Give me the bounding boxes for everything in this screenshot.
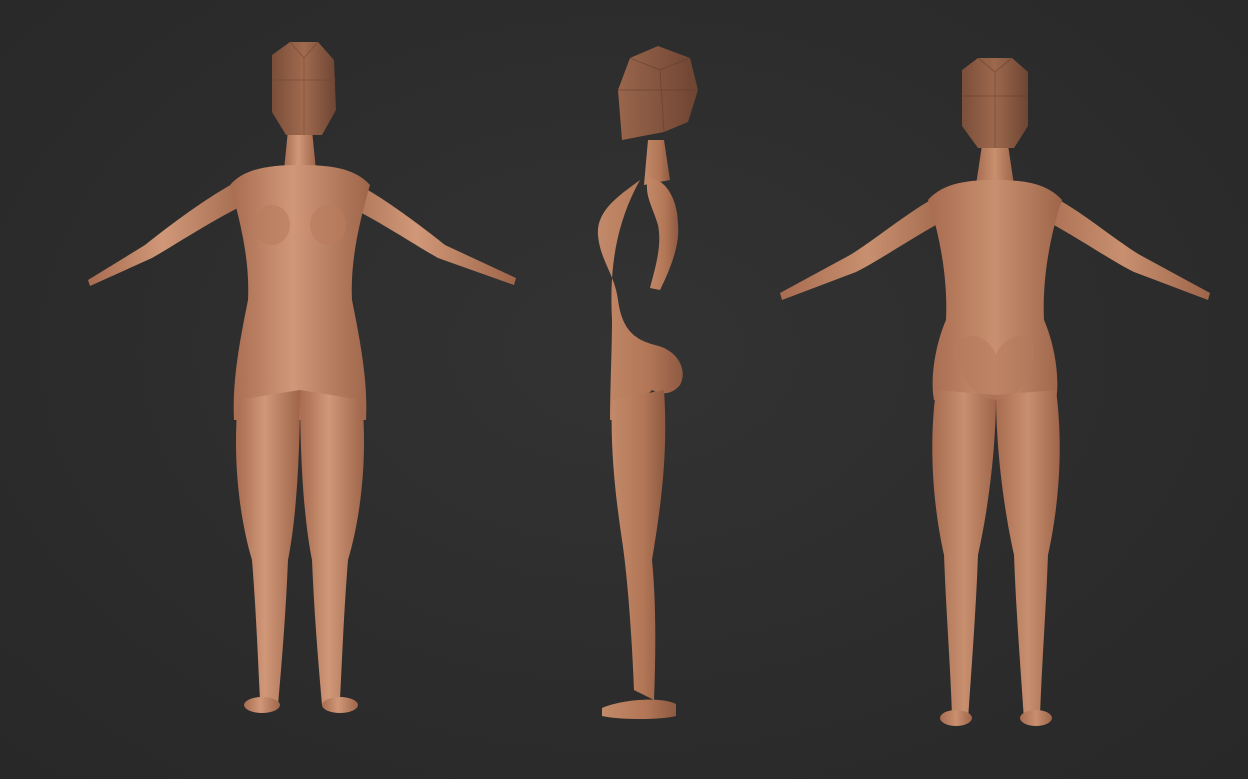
side-body: [597, 140, 683, 719]
front-view-figure: [60, 0, 540, 779]
front-body: [88, 130, 516, 713]
side-view-figure: [560, 0, 720, 779]
back-view-figure: [760, 0, 1240, 779]
render-viewport: [0, 0, 1248, 779]
back-body: [780, 145, 1210, 726]
